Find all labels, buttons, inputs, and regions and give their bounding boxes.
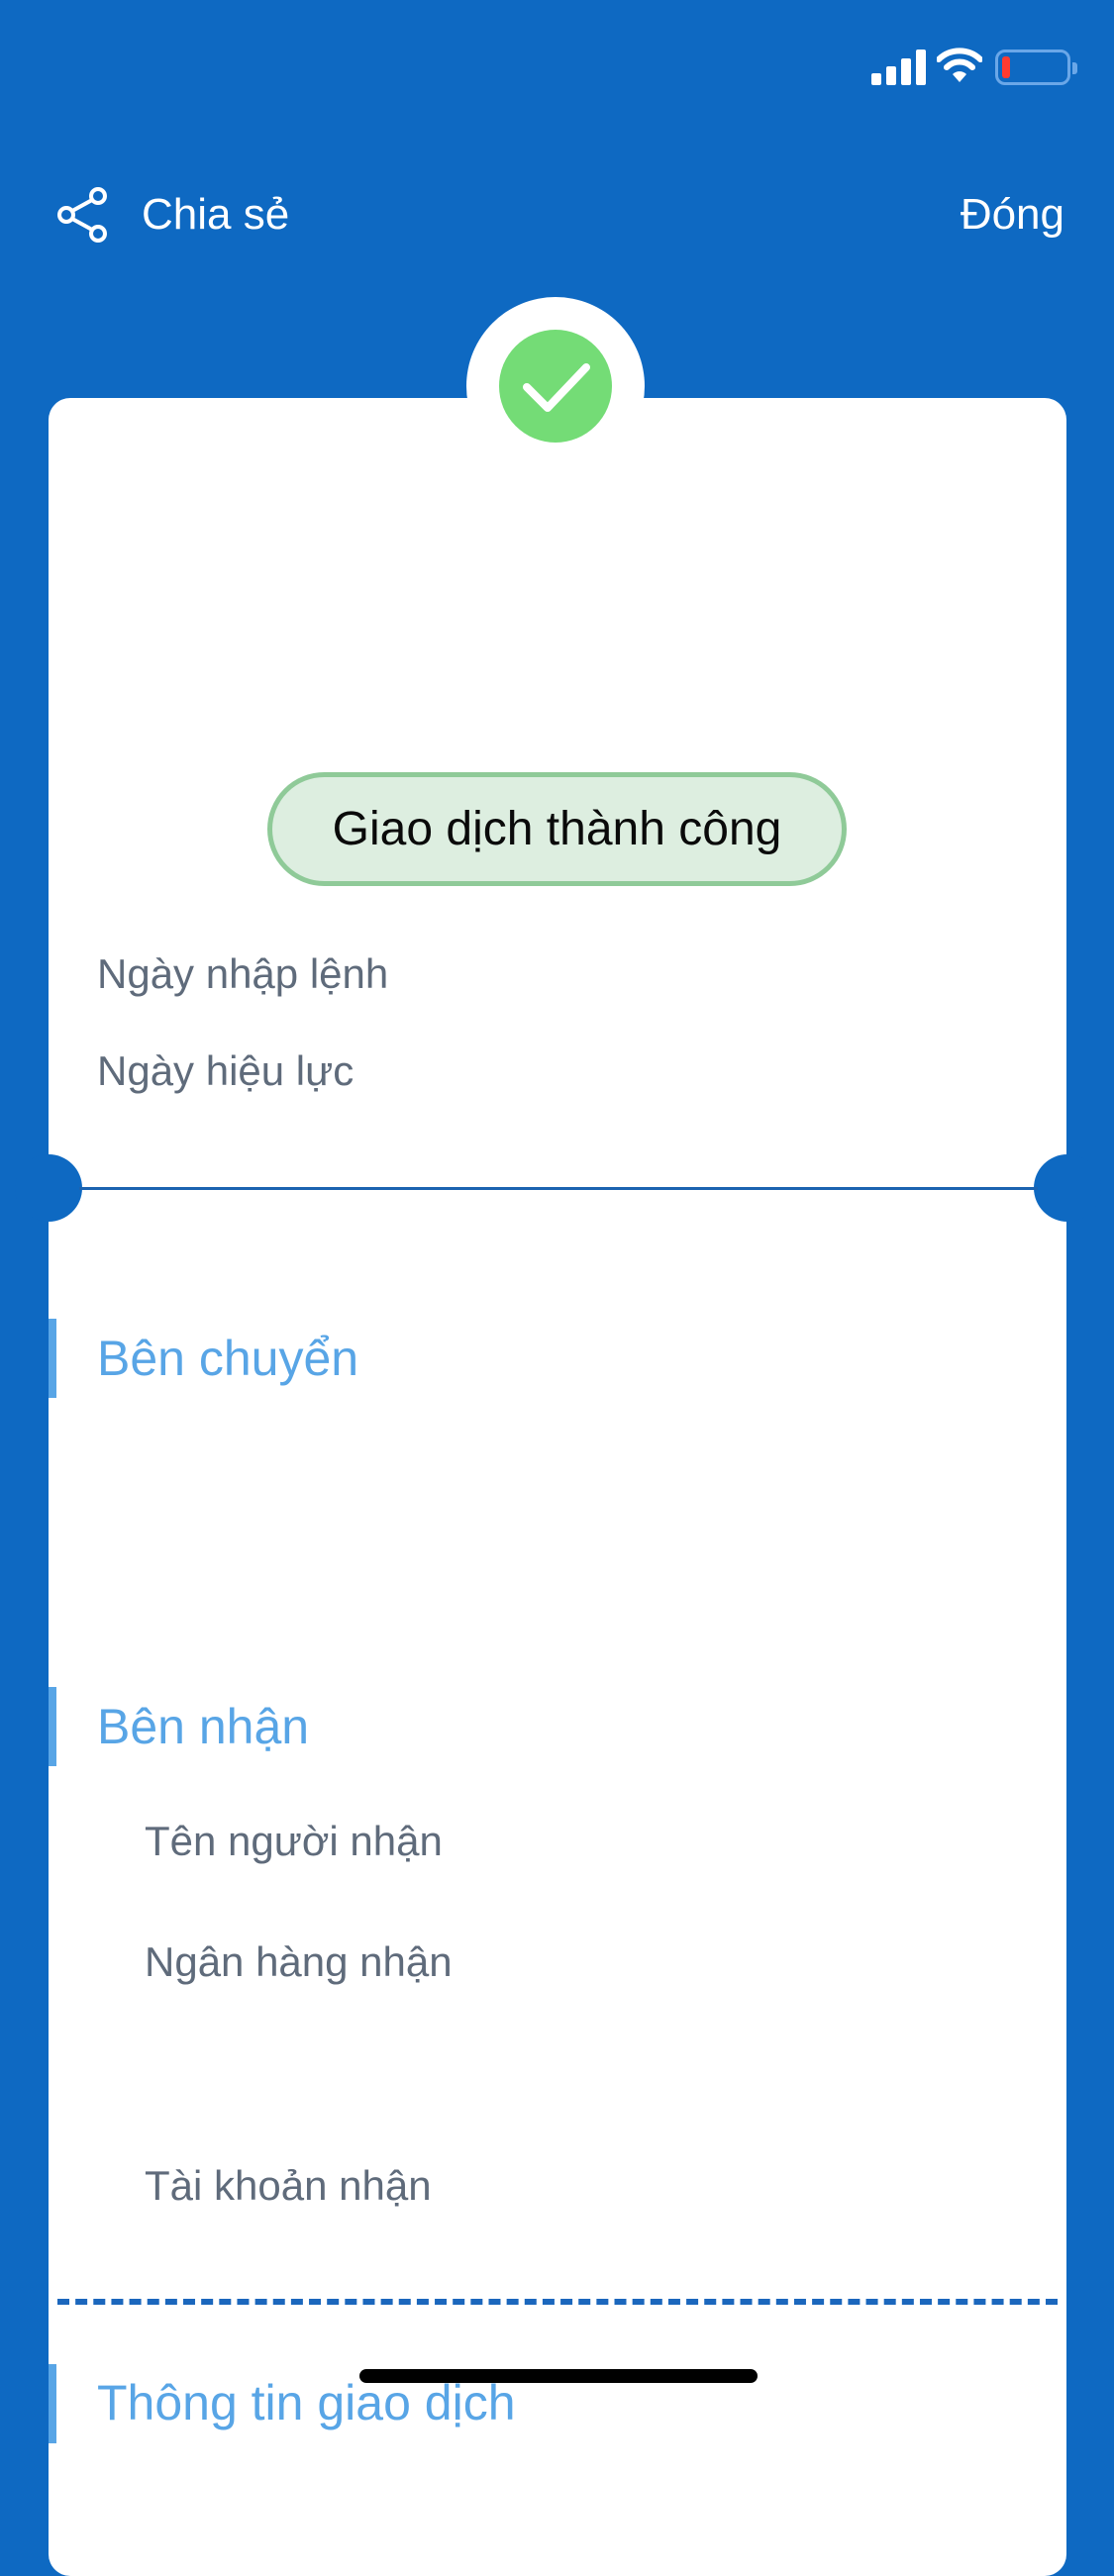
receiver-section-title: Bên nhận xyxy=(97,1699,310,1754)
cellular-signal-icon xyxy=(871,50,927,85)
share-icon xyxy=(57,187,107,243)
home-indicator[interactable] xyxy=(359,2369,758,2383)
battery-icon xyxy=(995,50,1077,85)
status-bar xyxy=(0,0,1114,139)
section-marker xyxy=(49,1687,56,1766)
receiver-account-label: Tài khoản nhận xyxy=(145,2162,432,2209)
receiver-bank-label: Ngân hàng nhận xyxy=(145,1938,453,1985)
status-badge: Giao dịch thành công xyxy=(267,772,847,886)
divider xyxy=(79,1187,1038,1190)
success-badge xyxy=(466,297,645,475)
battery-level xyxy=(1002,56,1010,78)
section-marker xyxy=(49,2364,56,2443)
share-label: Chia sẻ xyxy=(142,190,290,239)
dashed-divider xyxy=(57,2299,1058,2305)
receipt-card xyxy=(49,398,1066,2576)
effective-date-label: Ngày hiệu lực xyxy=(97,1047,354,1094)
checkmark-icon xyxy=(499,330,612,443)
section-marker xyxy=(49,1319,56,1398)
share-button[interactable]: Chia sẻ xyxy=(54,186,289,244)
receiver-name-label: Tên người nhận xyxy=(145,1818,443,1864)
card-notch-left xyxy=(15,1154,82,1222)
top-nav: Chia sẻ Đóng xyxy=(0,168,1114,262)
close-button[interactable]: Đóng xyxy=(961,190,1064,240)
order-date-label: Ngày nhập lệnh xyxy=(97,950,389,997)
sender-section-title: Bên chuyển xyxy=(97,1331,359,1386)
wifi-icon xyxy=(936,48,983,83)
card-notch-right xyxy=(1034,1154,1101,1222)
